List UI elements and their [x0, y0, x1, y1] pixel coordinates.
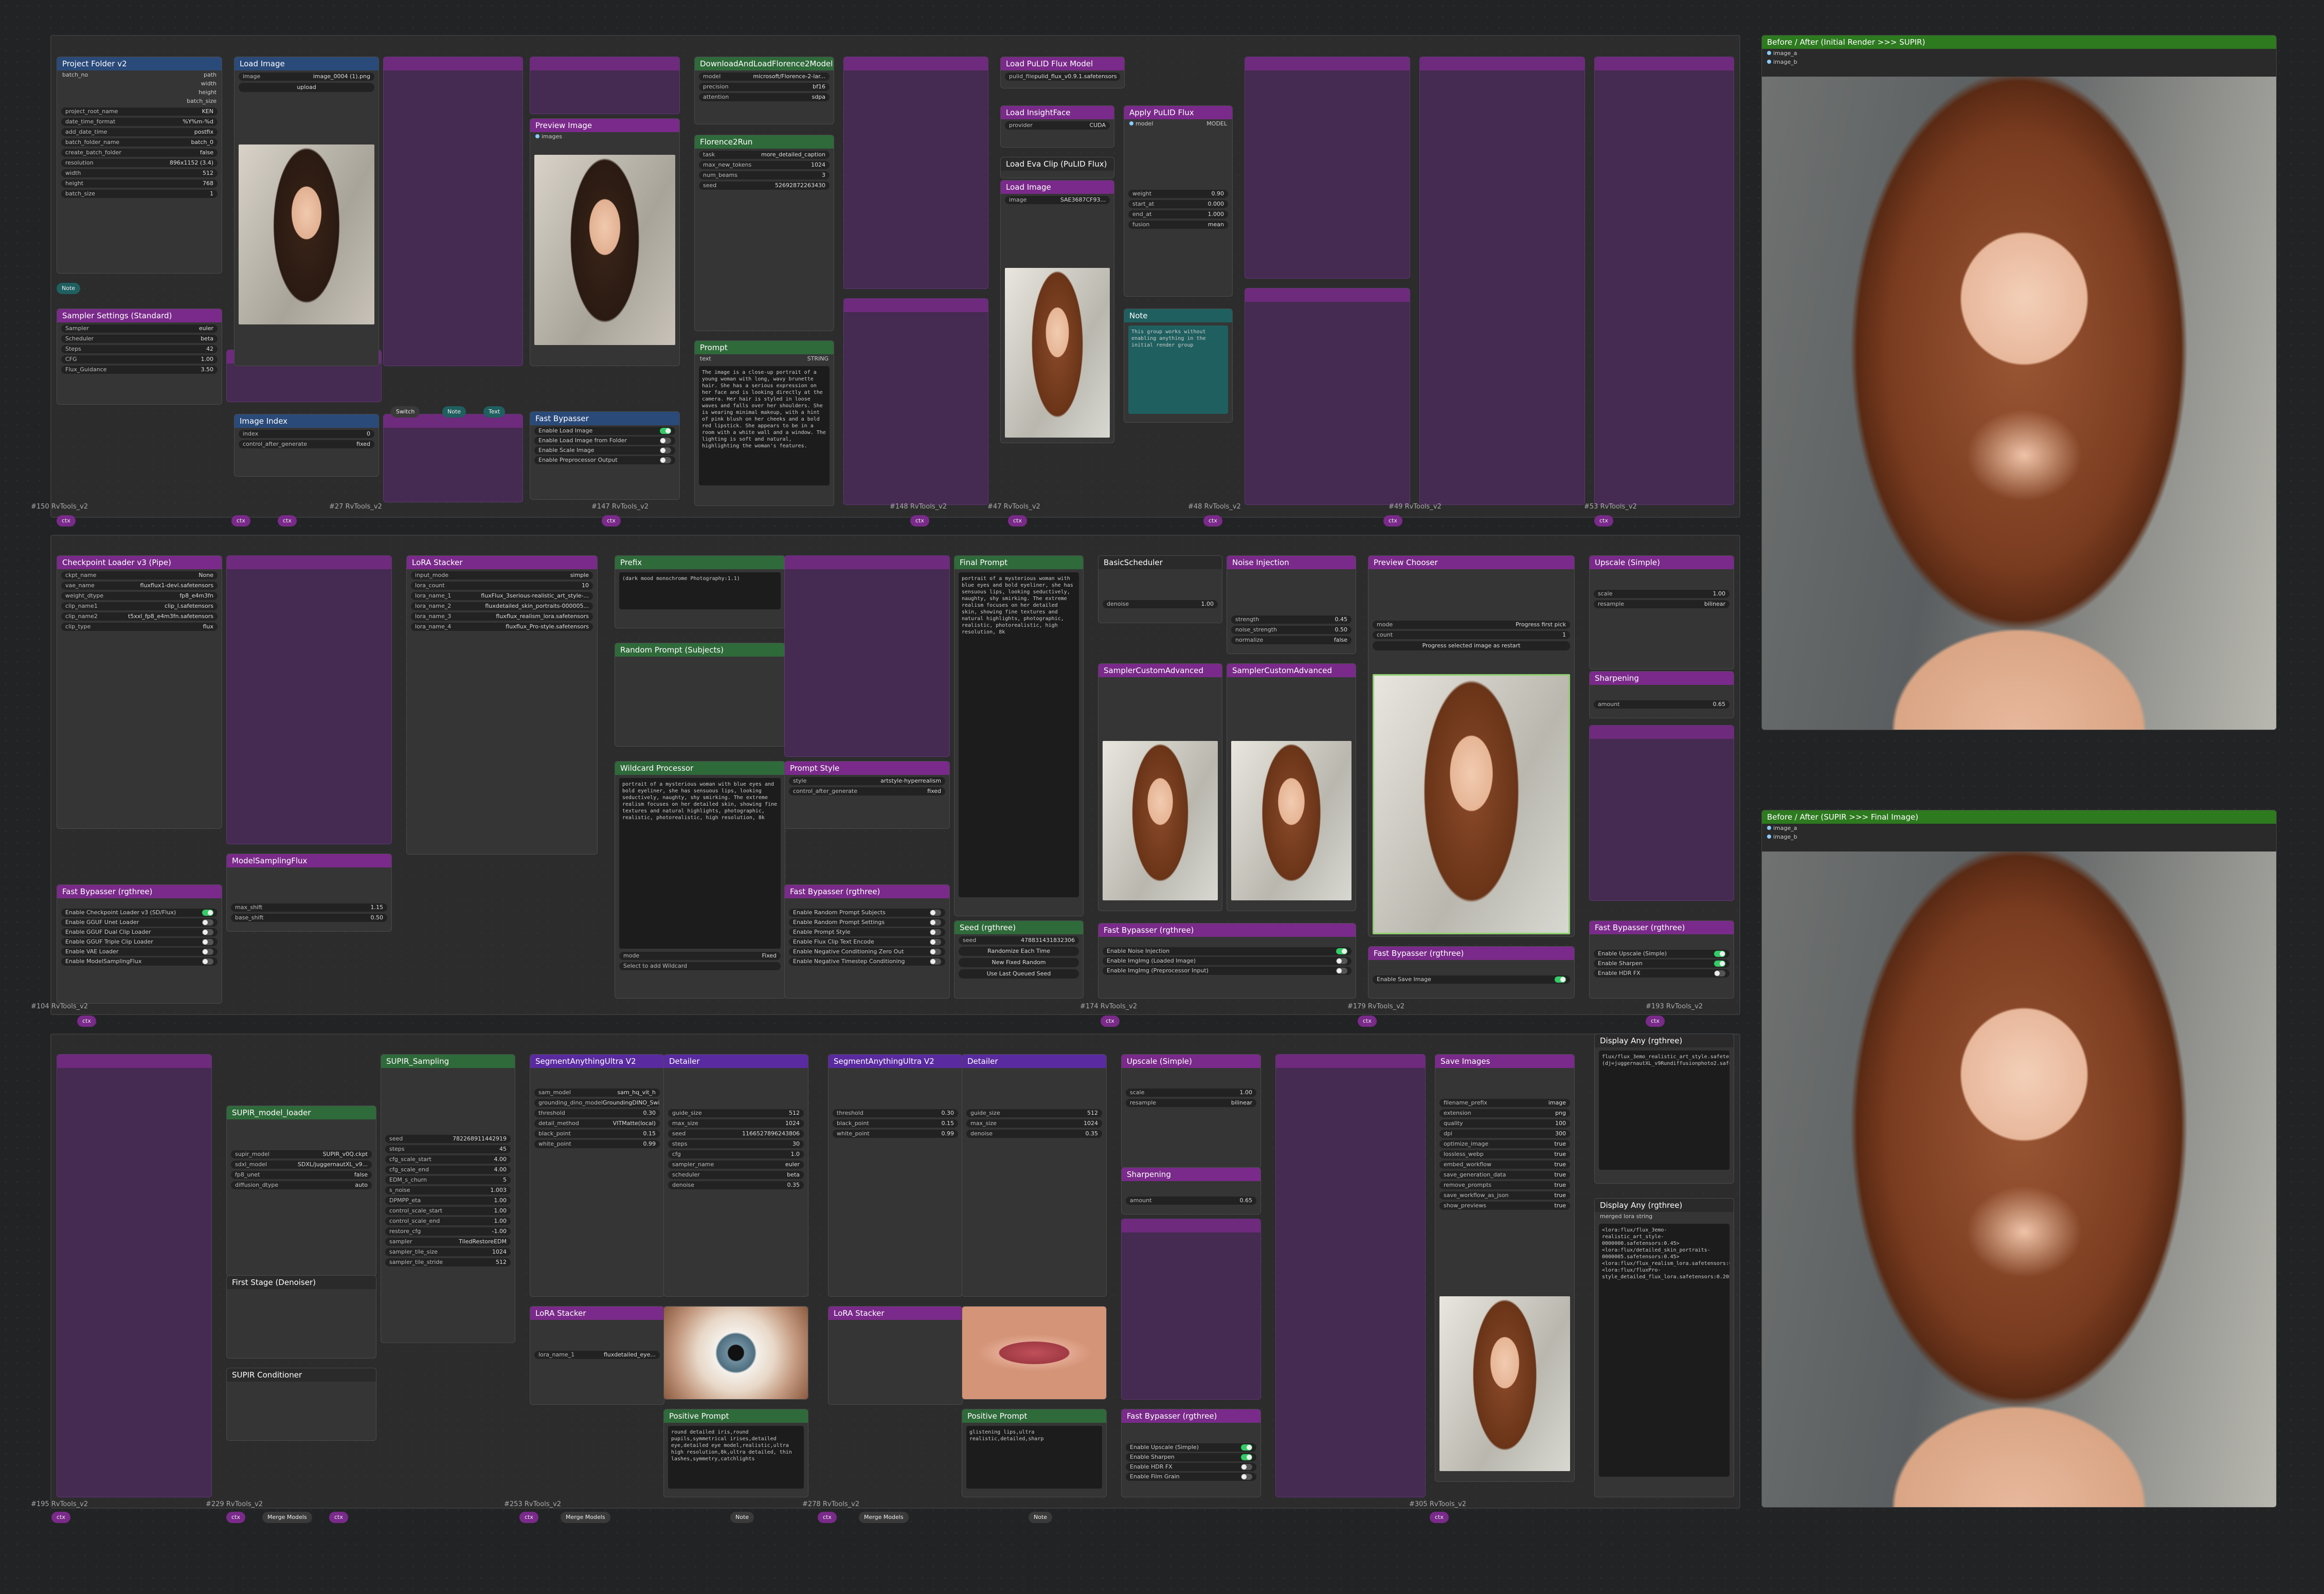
height-widget[interactable]: height 768	[61, 179, 218, 188]
node-muted-14[interactable]	[57, 1054, 212, 1497]
node-fast-bypasser-ckpt[interactable]: Fast Bypasser (rgthree) Enable Checkpoin…	[57, 884, 222, 1004]
node-wildcard[interactable]: Wildcard Processor portrait of a mysteri…	[615, 761, 785, 999]
node-muted-2[interactable]	[383, 57, 523, 366]
compare-image-2[interactable]	[1762, 852, 2276, 1507]
node-preview-chooser[interactable]: #182 cg-image-picker Preview Chooser mod…	[1368, 555, 1575, 937]
note-chip-2[interactable]: Note	[442, 406, 466, 418]
node-first-stage[interactable]: First Stage (Denoiser)	[226, 1275, 376, 1358]
node-fast-bypasser[interactable]: #25 Fast Bypasser Enable Load Image Enab…	[530, 411, 680, 500]
node-sharpening-row3[interactable]: #287 essentials Sharpening amount0.65	[1121, 1167, 1261, 1215]
node-eye-preview[interactable]	[663, 1306, 808, 1400]
node-muted-16[interactable]	[1275, 1054, 1426, 1497]
node-prompt-style[interactable]: Prompt Style style artstyle-hyperrealism …	[784, 761, 950, 829]
add-date-widget[interactable]: add_date_time postfix	[61, 128, 218, 136]
create-batch-widget[interactable]: create_batch_folder false	[61, 149, 218, 157]
batch-folder-widget[interactable]: batch_folder_name batch_0	[61, 138, 218, 147]
node-lip-lora[interactable]: #275 efficiency-nodes-comfyui LoRA Stack…	[828, 1306, 963, 1405]
node-positive-prompt-1[interactable]: Positive Prompt round detailed iris,roun…	[663, 1409, 808, 1497]
pulid-reference-thumbnail	[1005, 268, 1110, 438]
node-prefix[interactable]: #143 RvTools_v2 Prefix (dark mood monoch…	[615, 555, 785, 628]
preview-image-thumbnail	[534, 155, 675, 345]
image-compare-supir-final[interactable]: #311 rgthree-comfy Before / After (SUPIR…	[1761, 810, 2277, 1508]
sampler-output-2	[1231, 741, 1352, 900]
switch-chip[interactable]: Switch	[391, 406, 420, 418]
image-compare-initial-supir[interactable]: #310 rgthree-comfy Before / After (Initi…	[1761, 35, 2277, 730]
node-florence-run[interactable]: #33 Florence2 Florence2Run taskmore_deta…	[694, 135, 834, 331]
node-segment-2[interactable]: #283 LayerStyle_Advance SegmentAnythingU…	[828, 1054, 963, 1297]
node-detailer-1[interactable]: #245 Detailer Detailer guide_size512 max…	[663, 1054, 808, 1297]
node-display-any-2[interactable]: #308 rgthree-comfy Display Any (rgthree)…	[1594, 1198, 1734, 1497]
node-muted-6[interactable]	[843, 298, 988, 505]
text-chip[interactable]: Text	[483, 406, 506, 418]
node-model-sampling[interactable]: ModelSamplingFlux max_shift 1.15 base_shi…	[226, 854, 392, 932]
lips-detail-image	[962, 1307, 1106, 1399]
node-sharpening[interactable]: Sharpening amount 0.65	[1589, 671, 1734, 718]
loaded-image-thumbnail	[239, 144, 374, 324]
node-basic-scheduler[interactable]: #172 BasicScheduler denoise1.00	[1098, 555, 1222, 623]
node-positive-prompt-2[interactable]: Positive Prompt glistening lips,ultra re…	[962, 1409, 1107, 1497]
node-supir-conditioner[interactable]: #225 SUPIR Conditioner	[226, 1368, 376, 1441]
node-florence-model[interactable]: #32 Florence2 DownloadAndLoadFlorence2Mo…	[694, 57, 834, 124]
node-random-subjects[interactable]: #141 Impact-Pack Random Prompt (Subjects…	[615, 643, 785, 747]
node-project-folder[interactable]: #5 RvTools_v2 Project Folder v2 batch_no…	[57, 57, 222, 274]
project-root-widget[interactable]: project_root_name KEN	[61, 107, 218, 116]
node-note[interactable]: Note This group works without enabling a…	[1124, 309, 1233, 423]
resolution-widget[interactable]: resolution 896x1152 (3.4)	[61, 159, 218, 167]
date-format-widget[interactable]: date_time_format %Y%m-%d	[61, 118, 218, 126]
node-eva-clip[interactable]: Load Eva Clip (PuLID Flux)	[1000, 157, 1114, 178]
compare-image-1[interactable]	[1762, 77, 2276, 730]
node-fast-bypasser-upscale[interactable]: Fast Bypasser (rgthree) Enable Upscale (…	[1589, 920, 1734, 999]
node-image-index[interactable]: Image Index index 0 control_after_generat…	[234, 414, 379, 477]
node-eye-lora[interactable]: #244 efficiency-nodes-comfyui LoRA Stack…	[530, 1306, 664, 1405]
node-sampler-advanced-2[interactable]: SamplerCustomAdvanced	[1227, 663, 1356, 911]
node-fast-bypasser-prompt[interactable]: Fast Bypasser (rgthree) Enable Random Pr…	[784, 884, 950, 999]
node-fast-bypasser-save[interactable]: Fast Bypasser (rgthree) Enable Save Imag…	[1368, 946, 1575, 999]
node-upscale-row3[interactable]: #295 comfy_mtb Upscale (Simple) scale1.0…	[1121, 1054, 1261, 1168]
node-final-prompt[interactable]: #139 Custom-Scripts Final Prompt portrai…	[954, 555, 1084, 916]
node-detailer-2[interactable]: #277 Detailer Detailer guide_size512 max…	[962, 1054, 1107, 1297]
node-load-image[interactable]: #24 Load Image imageimage_0004 (1).png u…	[234, 57, 379, 366]
saved-image-thumbnail	[1439, 1296, 1570, 1471]
node-sampler-advanced-1[interactable]: #179 SamplerCustomAdvanced	[1098, 663, 1222, 911]
node-prompt[interactable]: Prompt text STRING The image is a close-u…	[694, 340, 834, 506]
node-lora-stacker[interactable]: #116 efficiency-nodes-comfyui LoRA Stack…	[406, 555, 598, 855]
node-insightface[interactable]: Load InsightFace provider CUDA	[1000, 105, 1114, 148]
node-muted-10[interactable]	[1594, 57, 1734, 505]
node-muted-11[interactable]	[226, 555, 392, 844]
node-muted-4[interactable]	[530, 57, 680, 114]
node-save-images[interactable]: #307 RvTools_v2 Save Images filename_pre…	[1435, 1054, 1575, 1482]
node-muted-3[interactable]	[383, 414, 523, 502]
chooser-image[interactable]	[1373, 674, 1570, 934]
node-lips-preview[interactable]	[962, 1306, 1107, 1400]
node-checkpoint-loader[interactable]: #110 RvTools_v2 Checkpoint Loader v3 (Pi…	[57, 555, 222, 829]
eye-detail-image	[664, 1307, 808, 1399]
node-fast-bypasser-final[interactable]: Fast Bypasser (rgthree) Enable Upscale (…	[1121, 1409, 1261, 1497]
node-display-any-1[interactable]: #309 rgthree-comfy Display Any (rgthree)…	[1594, 1034, 1734, 1184]
sampler-output-1	[1103, 741, 1218, 900]
node-pulid-model[interactable]: #44 PuLID-Flux-Enhanced Load PuLID Flux …	[1000, 57, 1125, 88]
prompt-textarea[interactable]: The image is a close-up portrait of a yo…	[699, 366, 830, 485]
node-supir-model-loader[interactable]: #221 SUPIR_ModelLoader SUPIR_model_loade…	[226, 1106, 376, 1276]
node-muted-15[interactable]	[1121, 1219, 1261, 1400]
batch-size-widget[interactable]: batch_size 1	[61, 190, 218, 198]
node-sampler-settings[interactable]: #4 RvTools_v2 Sampler Settings (Standard…	[57, 309, 222, 405]
node-preview-image[interactable]: #20 RvTools_v2 Preview Image images	[530, 118, 680, 366]
node-apply-pulid[interactable]: Apply PuLID Flux model MODEL weight 0.90 s…	[1124, 105, 1233, 297]
node-supir-sampling[interactable]: #228 SUPIR_Sampling SUPIR_Sampling seed7…	[381, 1054, 515, 1343]
node-segment-1[interactable]: #254 LayerStyle_Advance SegmentAnythingU…	[530, 1054, 664, 1297]
width-widget[interactable]: width 512	[61, 169, 218, 177]
node-pulid-image[interactable]: Load Image image SAE3687CF93...	[1000, 180, 1114, 443]
node-muted-5[interactable]	[843, 57, 988, 289]
node-upscale-simple[interactable]: #188 comfy_mtb Upscale (Simple) scale1.0…	[1589, 555, 1734, 669]
node-muted-12[interactable]	[784, 555, 950, 757]
node-muted-9[interactable]	[1419, 57, 1585, 505]
node-title[interactable]: Project Folder v2	[57, 57, 222, 70]
node-seed[interactable]: #140 rgthree-comfy Seed (rgthree) seed47…	[954, 920, 1084, 999]
node-muted-8[interactable]	[1245, 288, 1410, 505]
note-chip[interactable]: Note	[57, 283, 81, 294]
node-noise-injection[interactable]: #168 CS_NoiseInjection Noise Injection s…	[1227, 555, 1356, 654]
node-muted-7[interactable]	[1245, 57, 1410, 279]
node-muted-13[interactable]	[1589, 725, 1734, 901]
node-fast-bypasser-injection[interactable]: Fast Bypasser (rgthree) Enable Noise Inj…	[1098, 923, 1356, 999]
